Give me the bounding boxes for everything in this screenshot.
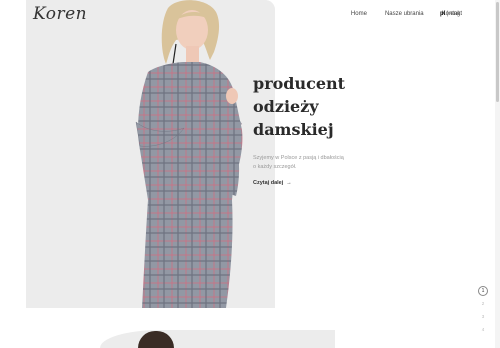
hero-model-image bbox=[135, 0, 243, 308]
pager-item-3[interactable]: 3 bbox=[482, 312, 485, 322]
headline-line-3: damskiej bbox=[253, 120, 334, 139]
brand-logo-text: Koren bbox=[33, 4, 88, 24]
arrow-right-icon: → bbox=[286, 180, 292, 186]
brand-logo[interactable]: Koren bbox=[33, 4, 87, 24]
page-scrollbar[interactable] bbox=[495, 0, 500, 348]
language-switcher: pl | eng bbox=[440, 11, 460, 17]
read-more-label: Czytaj dalej bbox=[253, 180, 284, 186]
slide-pager: 1 2 3 4 bbox=[478, 286, 488, 335]
lang-separator: | bbox=[447, 11, 449, 17]
pager-item-4[interactable]: 4 bbox=[482, 325, 485, 335]
next-section-background bbox=[100, 330, 335, 348]
headline-line-2: odzieży bbox=[253, 97, 319, 116]
nav-item-home[interactable]: Home bbox=[351, 11, 367, 17]
lang-pl[interactable]: pl bbox=[440, 11, 445, 17]
scrollbar-thumb[interactable] bbox=[496, 2, 499, 102]
headline-line-1: producent bbox=[253, 74, 346, 93]
lang-eng[interactable]: eng bbox=[450, 11, 460, 17]
hero-subtext: Szyjemy w Polsce z pasją i dbałością o k… bbox=[253, 155, 344, 170]
pager-item-1[interactable]: 1 bbox=[478, 286, 488, 296]
hero-headline: producent odzieży damskiej bbox=[253, 72, 345, 141]
pager-item-2[interactable]: 2 bbox=[482, 299, 485, 309]
read-more-link[interactable]: Czytaj dalej → bbox=[253, 180, 292, 186]
nav-item-nasze-ubrania[interactable]: Nasze ubrania bbox=[385, 11, 424, 17]
